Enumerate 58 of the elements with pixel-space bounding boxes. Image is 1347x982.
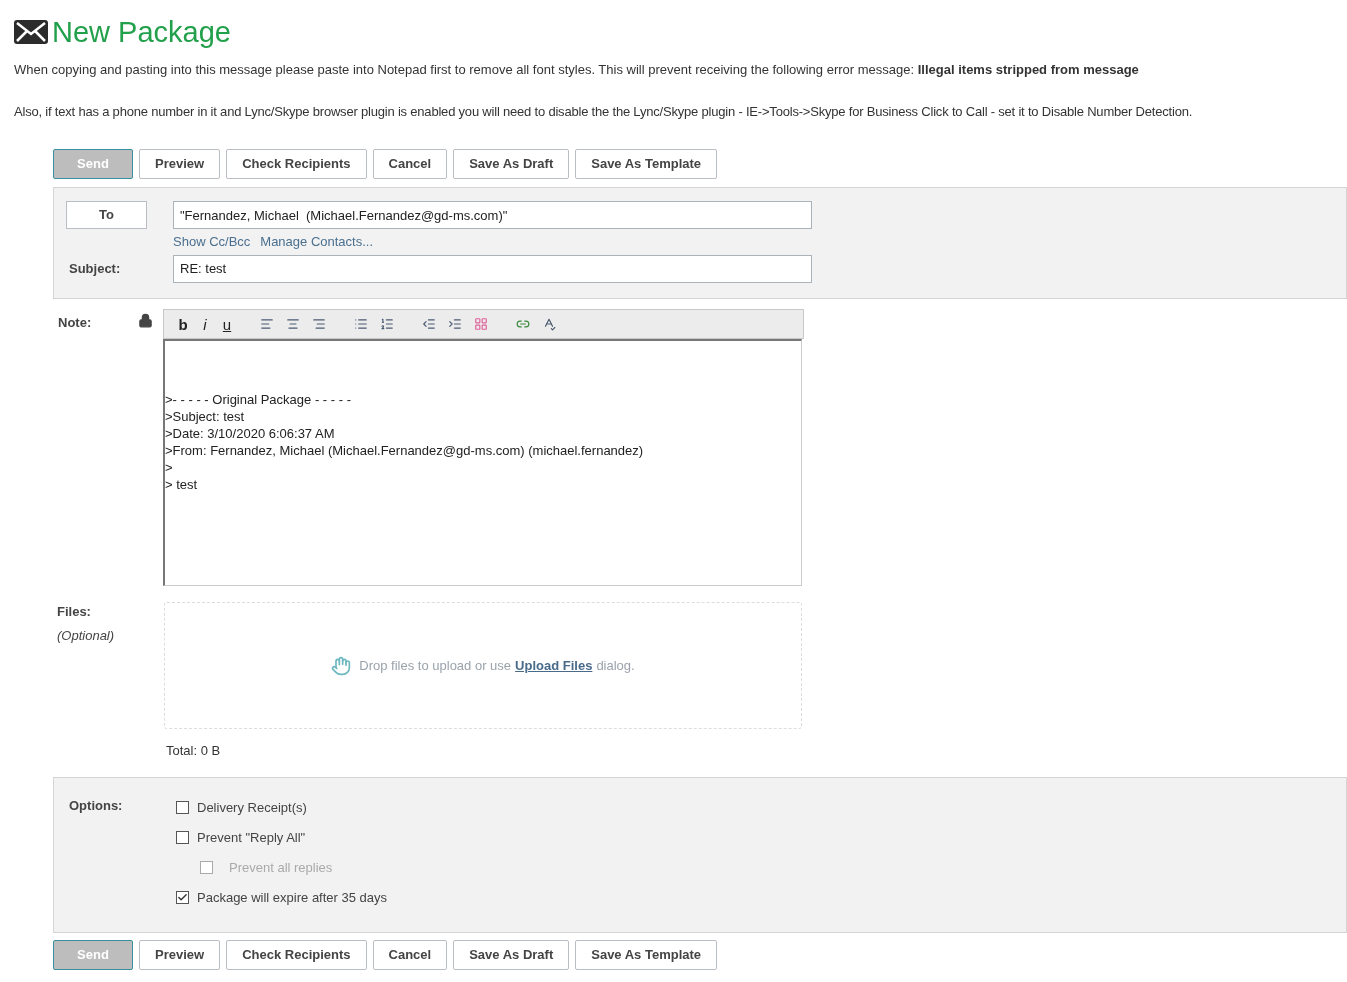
files-label: Files: xyxy=(57,603,92,621)
envelope-icon xyxy=(14,20,48,44)
option-label: Prevent all replies xyxy=(229,858,333,877)
notice-text: Also, if text has a phone number in it and Lync/Skype browser plugin is enabled you will need to disable the the Lync/Skype plugin - IE->Tools->Skype for Business Click to Call - set it to Disable Number Detection. xyxy=(14,102,1194,121)
to-button[interactable]: To xyxy=(66,201,147,229)
file-drop-zone[interactable]: Drop files to upload or use Upload Files dialog. xyxy=(164,602,802,729)
spellcheck-icon xyxy=(542,317,556,331)
bullets-icon xyxy=(354,317,368,331)
colors-icon xyxy=(474,317,488,331)
action-button[interactable]: Check Recipients xyxy=(226,149,367,179)
hand-icon xyxy=(331,655,352,676)
option-label: Delivery Receipt(s) xyxy=(197,798,307,817)
align-left-icon xyxy=(260,317,274,331)
total-size: Total: 0 B xyxy=(166,742,222,760)
action-button[interactable]: Save As Template xyxy=(575,939,718,970)
to-field[interactable]: "Fernandez, Michael (Michael.Fernandez@gd-ms.com)" xyxy=(173,201,812,229)
checkbox[interactable] xyxy=(176,831,189,844)
subject-field[interactable]: RE: test xyxy=(173,254,812,283)
indent-icon xyxy=(448,317,462,331)
action-button[interactable]: Cancel xyxy=(372,149,448,179)
options-label: Options: xyxy=(69,796,124,815)
notice-text: When copying and pasting into this message please paste into Notepad first to remove all font styles. This will prevent receiving the following error message: Illegal items stripped from message xyxy=(14,61,1140,79)
subject-label: Subject: xyxy=(68,259,122,278)
format-button[interactable]: i xyxy=(194,314,216,334)
note-label: Note: xyxy=(58,314,93,332)
note-line: > xyxy=(165,459,174,476)
lock-icon xyxy=(138,313,153,328)
drop-text: dialog. xyxy=(596,656,635,675)
option-label: Prevent "Reply All" xyxy=(197,828,306,847)
action-button[interactable]: Check Recipients xyxy=(226,939,367,970)
align-right-icon xyxy=(312,317,326,331)
link-icon xyxy=(516,317,530,331)
page-title: New Package xyxy=(52,15,231,50)
recipient-link[interactable]: Show Cc/Bcc xyxy=(173,232,251,252)
action-button[interactable]: Save As Draft xyxy=(453,939,570,970)
action-button[interactable]: Preview xyxy=(139,939,221,970)
note-line: > test xyxy=(165,476,199,493)
action-button[interactable]: Save As Template xyxy=(575,149,718,179)
option-label: Package will expire after 35 days xyxy=(197,888,388,907)
checkbox[interactable] xyxy=(176,801,189,814)
recipient-link[interactable]: Manage Contacts... xyxy=(260,232,374,252)
align-center-icon xyxy=(286,317,300,331)
action-button[interactable]: Save As Draft xyxy=(453,149,570,179)
format-button[interactable]: b xyxy=(172,314,194,334)
action-button[interactable]: Cancel xyxy=(372,939,448,970)
format-button[interactable]: u xyxy=(216,314,238,334)
note-line: >From: Fernandez, Michael (Michael.Fernandez@gd-ms.com) (michael.fernandez) xyxy=(165,442,645,459)
checkbox[interactable] xyxy=(176,891,189,904)
note-line: >Subject: test xyxy=(165,408,246,425)
action-button[interactable]: Preview xyxy=(139,149,221,179)
note-line: >- - - - - Original Package - - - - - xyxy=(165,391,352,408)
optional-hint: (Optional) xyxy=(57,626,116,645)
note-line: >Date: 3/10/2020 6:06:37 AM xyxy=(165,425,336,442)
drop-text: Drop files to upload or use xyxy=(359,656,512,675)
upload-files-link[interactable]: Upload Files xyxy=(515,655,593,676)
numbers-icon xyxy=(380,317,394,331)
outdent-icon xyxy=(422,317,436,331)
note-editor[interactable]: >- - - - - Original Package - - - - - >Subject: test >Date: 3/10/2020 6:06:37 AM >From: Fernandez, Michael (Michael.Fernandez@gd-ms.com) (michael.fernandez) > > test xyxy=(163,339,802,586)
